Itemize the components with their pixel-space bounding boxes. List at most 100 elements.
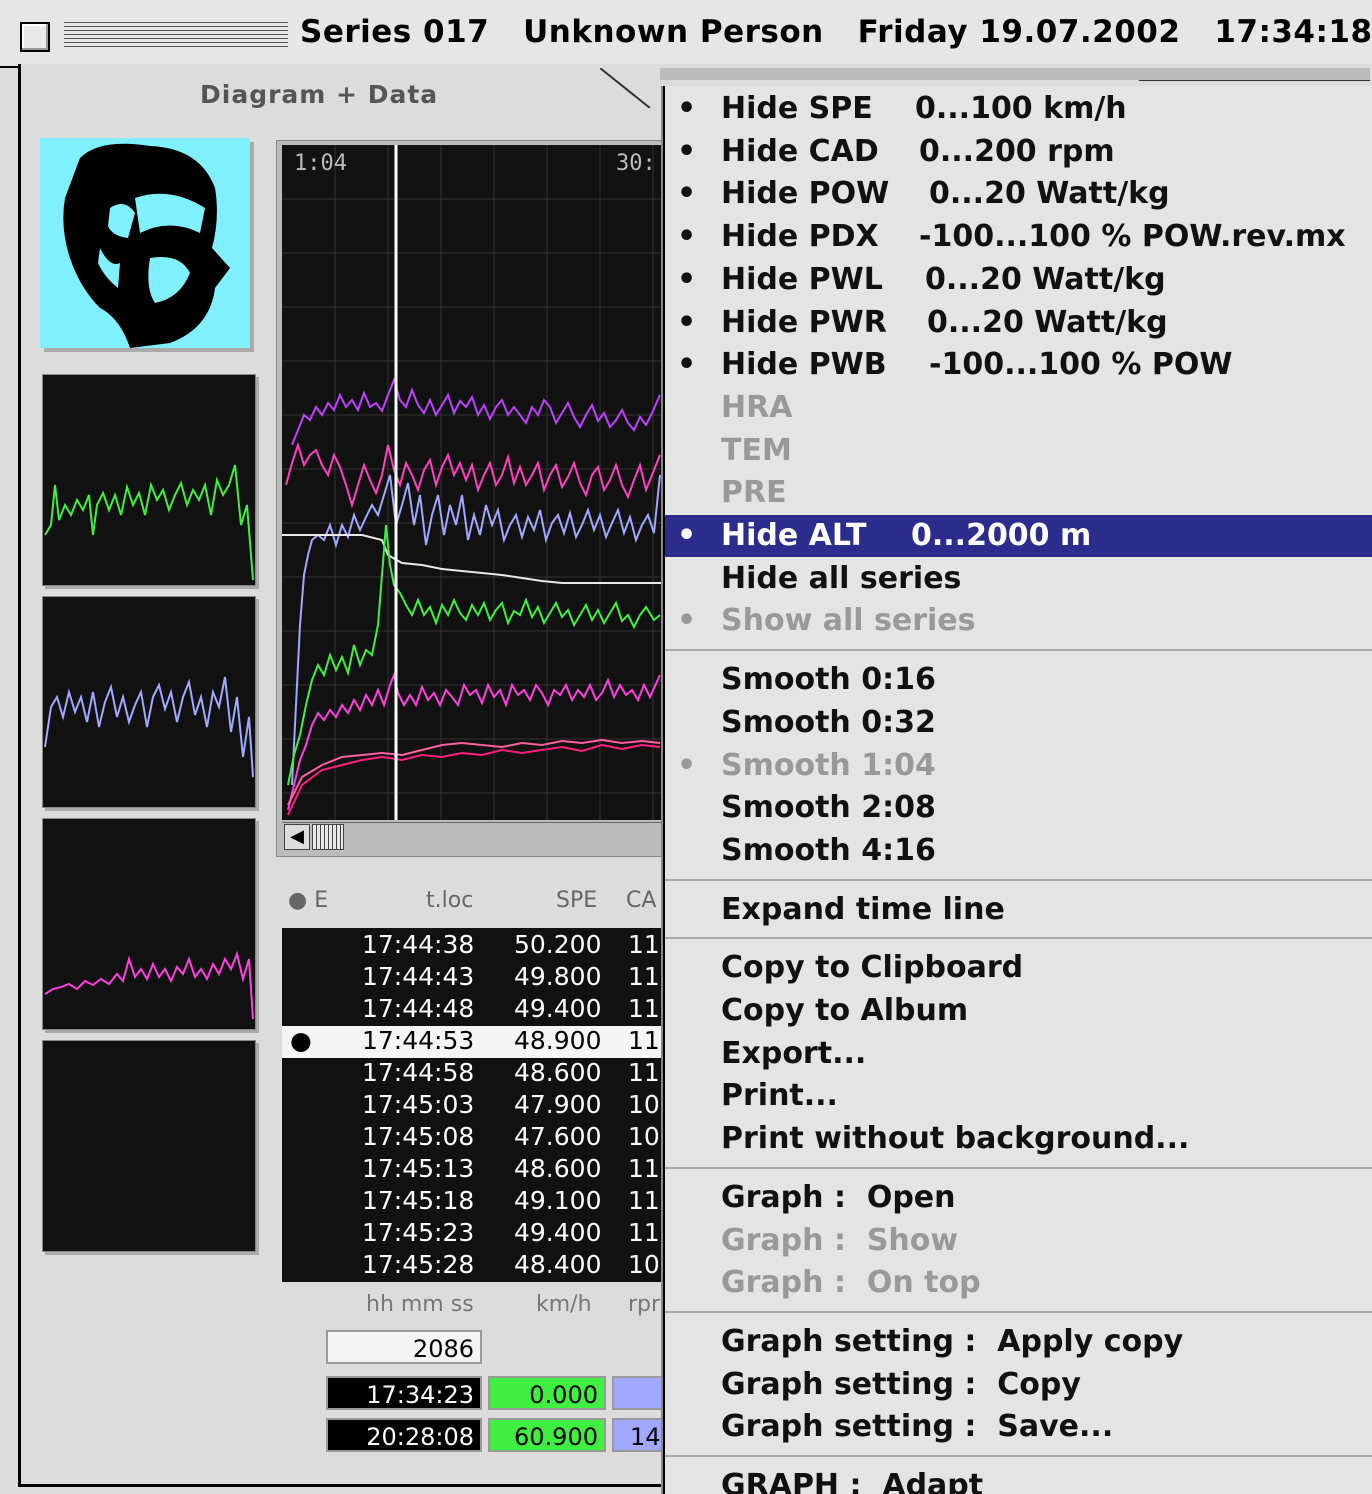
tab-diagram-data[interactable]: Diagram + Data [200,80,438,109]
menu-item-range: -100...100 % POW [929,347,1233,383]
menu-item-hide-pwb[interactable]: • Hide PWB -100...100 % POW [665,344,1372,386]
menu-item-graph-setting-copy[interactable]: Graph setting : Copy [665,1364,1372,1406]
table-row[interactable]: 17:45:08 47.600 10 [282,1122,662,1154]
avatar[interactable] [40,138,250,348]
menu-item-smooth-0-32[interactable]: Smooth 0:32 [665,702,1372,744]
menu-item-expand-time-line[interactable]: Expand time line [665,889,1372,931]
menu-item-graph-show: Graph : Show [665,1220,1372,1262]
row-speed: 49.100 [514,1186,602,1215]
table-row[interactable]: 17:45:28 48.400 10 [282,1250,662,1282]
menu-item-label: Smooth 1:04 [721,747,936,783]
menu-item-hide-pwl[interactable]: • Hide PWL 0...20 Watt/kg [665,259,1372,301]
menu-item-range: -100...100 % POW.rev.mx [919,219,1346,255]
scroll-thumb[interactable] [312,824,344,850]
close-box-button[interactable] [20,22,50,52]
menu-bullet: • [677,304,697,340]
row-speed: 48.600 [514,1058,602,1087]
menu-item-hide-all-series[interactable]: Hide all series [665,558,1372,600]
table-header: ● E t.loc SPE CA [282,888,662,920]
row-marker: ● [290,1026,312,1055]
thumbnail-graph-lavender[interactable] [42,596,256,808]
menu-item-graph-setting-apply-copy[interactable]: Graph setting : Apply copy [665,1321,1372,1363]
end-speed-field[interactable]: 60.900 [488,1418,606,1452]
row-cadence: 11 [628,962,660,991]
menu-item-hide-alt[interactable]: • Hide ALT 0...2000 m [665,515,1372,557]
start-time-field[interactable]: 17:34:23 [326,1376,482,1410]
menu-bullet: • [677,133,697,169]
menu-item-label: PRE [721,475,787,511]
menu-item-graph-setting-save[interactable]: Graph setting : Save... [665,1406,1372,1448]
menu-item-copy-to-clipboard[interactable]: Copy to Clipboard [665,947,1372,989]
menu-item-print[interactable]: Print... [665,1075,1372,1117]
row-speed: 48.900 [514,1026,602,1055]
menu-item-smooth-4-16[interactable]: Smooth 4:16 [665,830,1372,872]
menu-item-hide-spe[interactable]: • Hide SPE 0...100 km/h [665,88,1372,130]
table-row[interactable]: 17:45:03 47.900 10 [282,1090,662,1122]
unit-speed: km/h [536,1292,592,1317]
table-row[interactable]: ● 17:44:53 48.900 11 [282,1026,662,1058]
thumbnail-lavender-series [44,676,254,778]
units-row: hh mm ss km/h rpr [282,1292,662,1322]
row-cadence: 10 [628,1090,660,1119]
chart-plot [282,145,662,820]
row-speed: 48.400 [514,1250,602,1279]
menu-item-label: Hide POW [721,176,890,212]
menu-item-smooth-2-08[interactable]: Smooth 2:08 [665,787,1372,829]
row-speed: 50.200 [514,930,602,959]
end-time-field[interactable]: 20:28:08 [326,1418,482,1452]
menu-item-hide-pwr[interactable]: • Hide PWR 0...20 Watt/kg [665,302,1372,344]
thumbnail-graph-magenta[interactable] [42,818,256,1030]
menu-item-label: Smooth 0:32 [721,704,936,740]
menu-item-hide-cad[interactable]: • Hide CAD 0...200 rpm [665,131,1372,173]
row-cadence: 11 [628,1026,660,1055]
row-speed: 49.400 [514,1218,602,1247]
menu-item-tem: TEM [665,430,1372,472]
menu-item-label: Hide CAD [721,133,879,169]
row-time: 17:45:18 [362,1186,475,1215]
row-time: 17:45:13 [362,1154,475,1183]
thumbnail-graph-green[interactable] [42,374,256,586]
table-row[interactable]: 17:44:58 48.600 11 [282,1058,662,1090]
menu-item-graph-adapt[interactable]: GRAPH : Adapt [665,1465,1372,1494]
table-row[interactable]: 17:45:13 48.600 11 [282,1154,662,1186]
table-row[interactable]: 17:44:48 49.400 11 [282,994,662,1026]
table-row[interactable]: 17:45:23 49.400 11 [282,1218,662,1250]
menu-separator [665,1310,1372,1313]
menu-item-range: 0...200 rpm [919,133,1115,169]
scroll-left-arrow-icon[interactable]: ◀ [284,824,310,850]
menu-item-hide-pdx[interactable]: • Hide PDX -100...100 % POW.rev.mx [665,216,1372,258]
menu-bullet: • [677,347,697,383]
row-time: 17:44:43 [362,962,475,991]
title-bar[interactable]: Series 017 Unknown Person Friday 19.07.2… [0,0,1372,68]
series-magenta [287,671,661,811]
menu-item-range: 0...20 Watt/kg [929,176,1170,212]
start-speed-field[interactable]: 0.000 [488,1376,606,1410]
series-pink2 [287,738,661,806]
menu-bullet: • [677,518,697,553]
row-time: 17:44:58 [362,1058,475,1087]
table-row[interactable]: 17:44:38 50.200 11 [282,930,662,962]
table-row[interactable]: 17:45:18 49.100 11 [282,1186,662,1218]
diagram-chart[interactable]: 1:04 30: [282,145,662,820]
menu-item-range: 0...2000 m [911,518,1092,553]
unit-cadence: rpr [628,1292,661,1317]
menu-item-hide-pow[interactable]: • Hide POW 0...20 Watt/kg [665,173,1372,215]
thumbnail-graph-empty[interactable] [42,1040,256,1252]
count-field[interactable]: 2086 [326,1330,482,1364]
menu-item-graph-open[interactable]: Graph : Open [665,1177,1372,1219]
menu-item-label: Expand time line [721,891,1005,927]
menu-item-export[interactable]: Export... [665,1033,1372,1075]
context-menu[interactable]: • Hide SPE 0...100 km/h • Hide CAD 0...200 rp… [663,86,1372,1494]
menu-item-smooth-0-16[interactable]: Smooth 0:16 [665,659,1372,701]
menu-item-print-without-background[interactable]: Print without background... [665,1118,1372,1160]
menu-item-label: Copy to Album [721,993,969,1028]
menu-item-graph-on-top: Graph : On top [665,1262,1372,1304]
data-table[interactable]: 17:44:38 50.200 11 17:44:43 49.800 11 17:44:48… [282,928,662,1282]
row-time: 17:45:23 [362,1218,475,1247]
menu-item-range: 0...100 km/h [915,91,1127,126]
table-row[interactable]: 17:44:43 49.800 11 [282,962,662,994]
menu-item-copy-to-album[interactable]: Copy to Album [665,990,1372,1032]
series-purple [291,376,661,446]
menu-item-show-all-series: • Show all series [665,600,1372,642]
menu-item-label: Hide PWL [721,261,883,297]
